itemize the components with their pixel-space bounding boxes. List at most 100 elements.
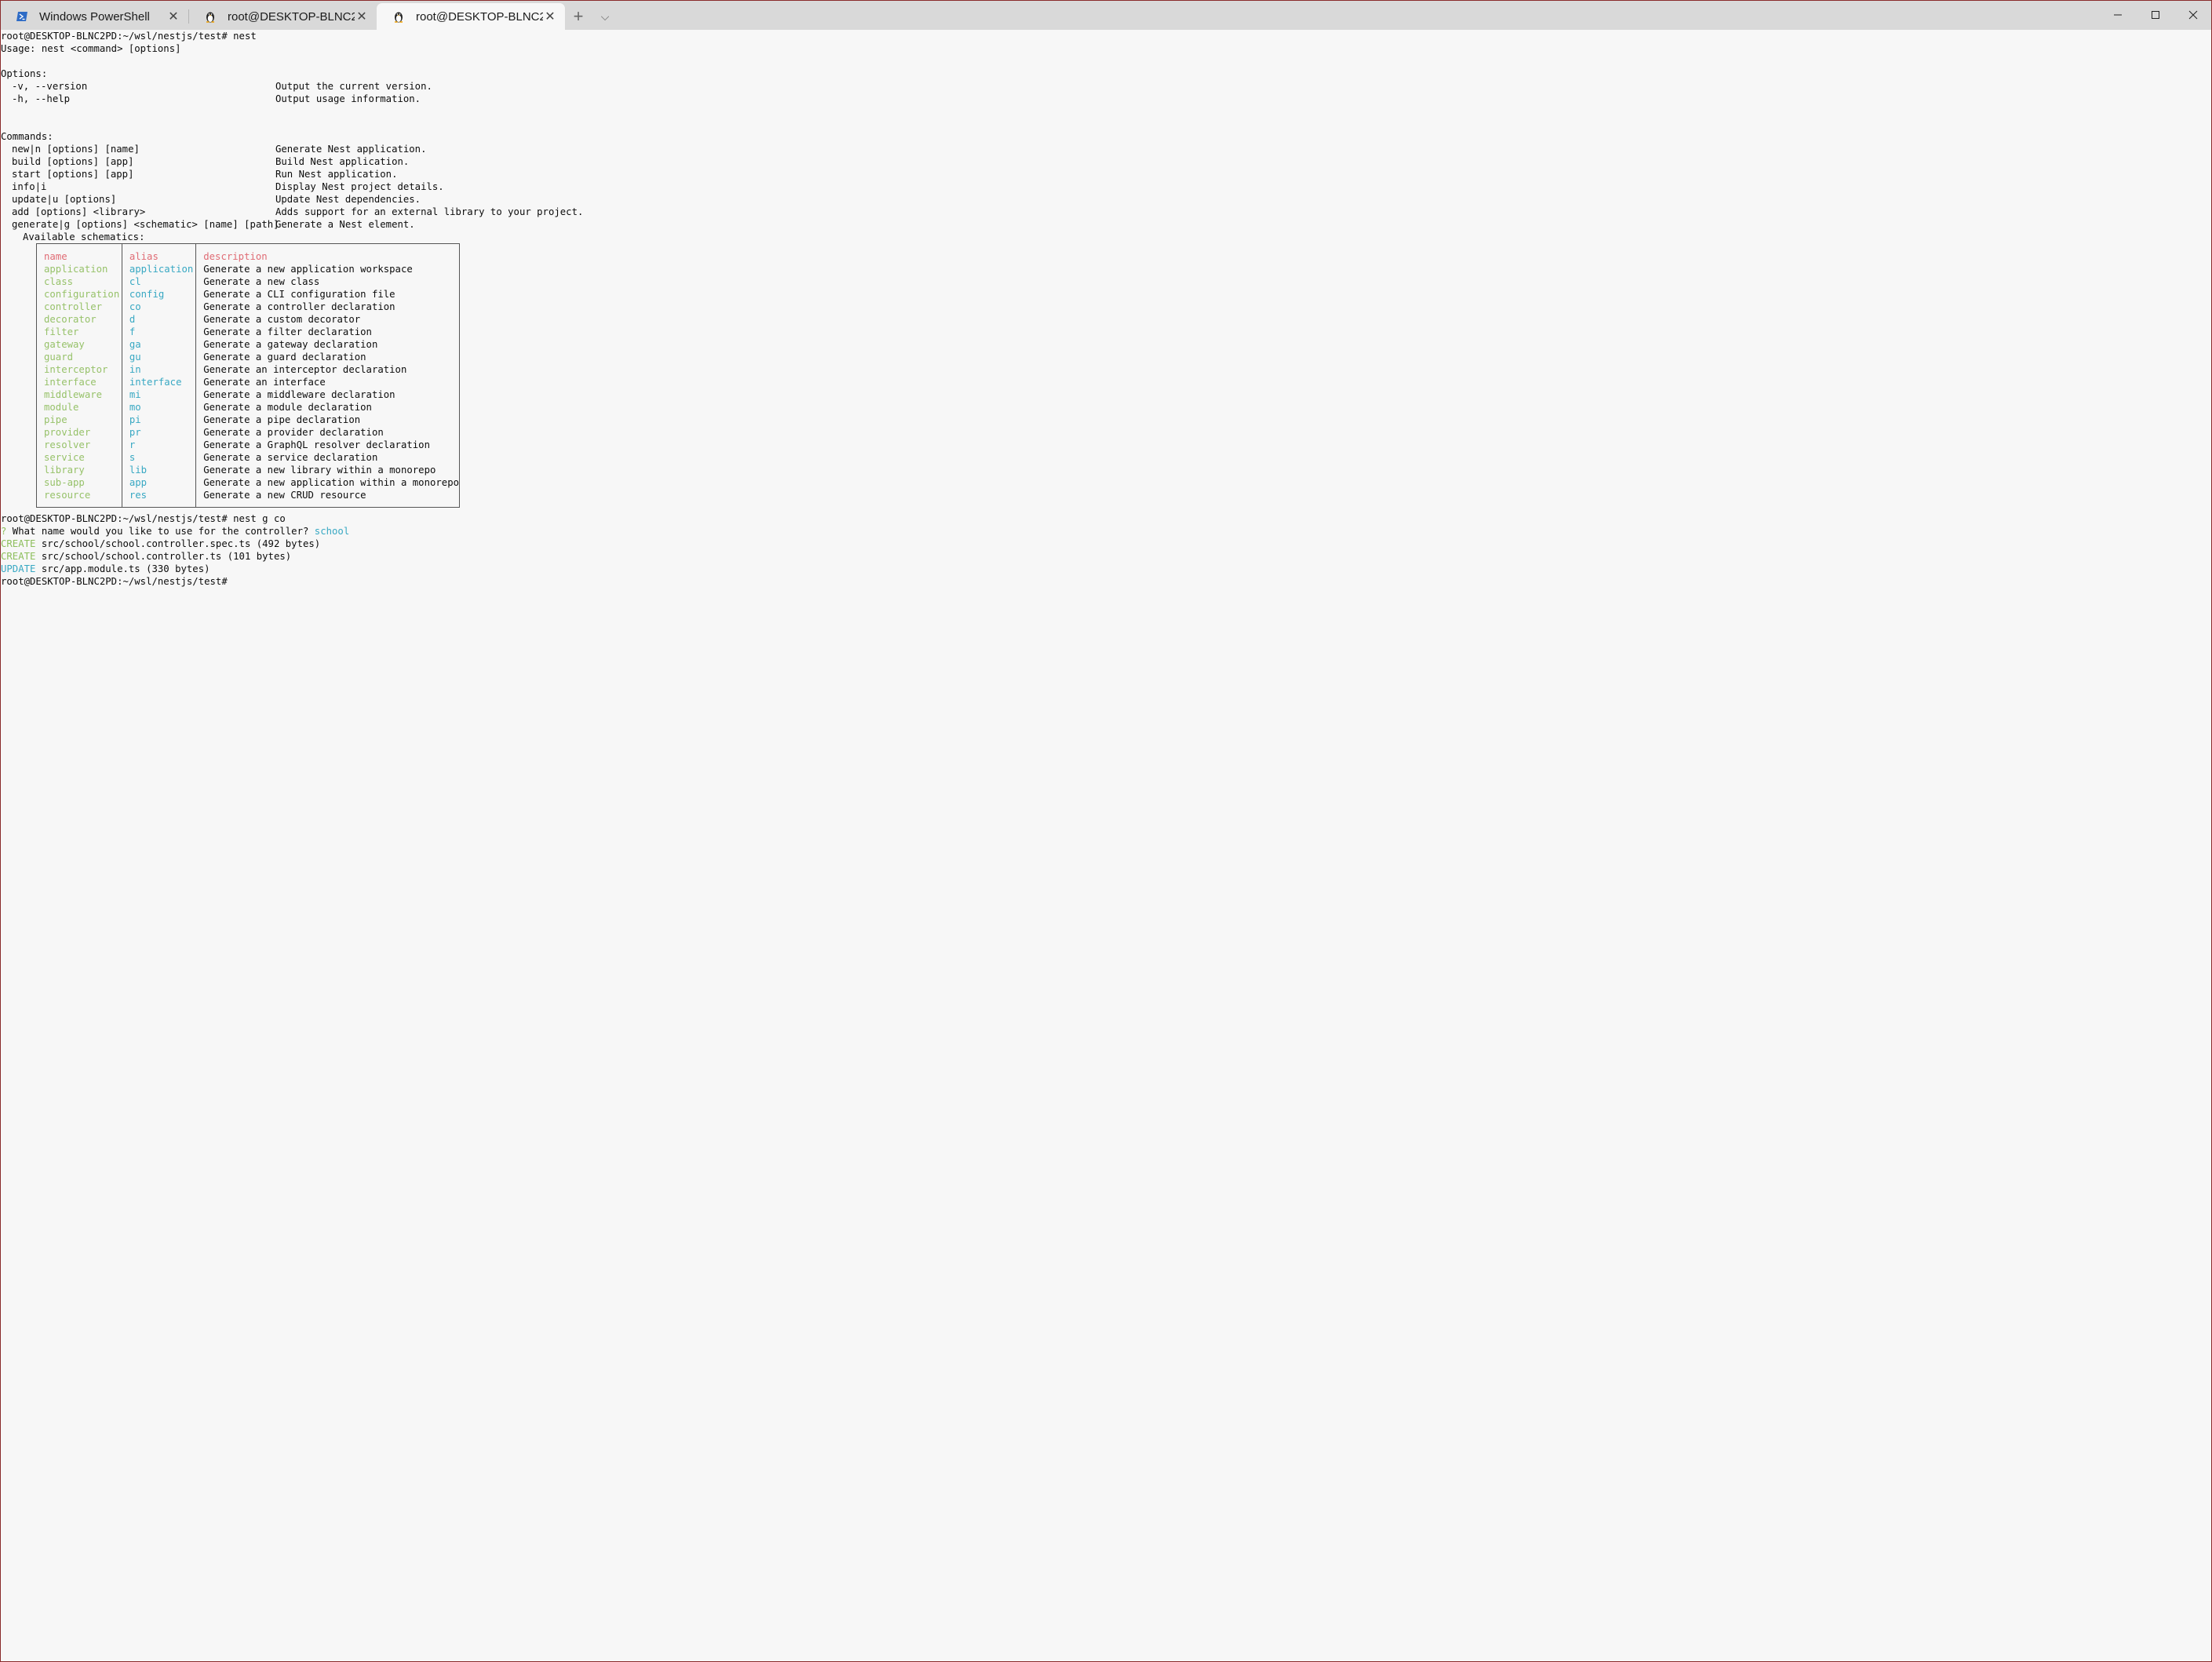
schematic-name: pipe <box>36 413 122 426</box>
question-line: ? What name would you like to use for th… <box>1 525 2210 538</box>
close-icon[interactable]: ✕ <box>355 9 369 24</box>
schematic-name: resolver <box>36 438 122 451</box>
table-row: interface interface Generate an interface <box>36 375 460 388</box>
new-tab-button[interactable]: + <box>565 3 592 30</box>
tab-wsl-1[interactable]: root@DESKTOP-BLNC2PD: ~/v ✕ <box>188 3 377 30</box>
option-flag: -v, --version <box>12 81 88 92</box>
close-icon <box>2188 10 2198 20</box>
table-row: filter f Generate a filter declaration <box>36 325 460 338</box>
chevron-down-icon[interactable]: ⌵ <box>592 3 618 30</box>
command-name: add [options] <library> <box>12 206 146 217</box>
table-row: module mo Generate a module declaration <box>36 400 460 414</box>
maximize-icon <box>2152 11 2159 19</box>
schematic-description: Generate a gateway declaration <box>203 338 378 350</box>
file-op-path: src/school/school.controller.ts (101 byt… <box>35 551 292 562</box>
header-alias: alias <box>122 250 197 263</box>
schematic-alias: pi <box>122 413 197 426</box>
table-row: interceptor in Generate an interceptor dec… <box>36 363 460 376</box>
schematic-name: class <box>36 275 122 288</box>
tab-title: root@DESKTOP-BLNC2PD: ~/v <box>416 9 543 24</box>
schematic-alias: application <box>122 262 197 275</box>
schematic-description: Generate a guard declaration <box>203 351 366 363</box>
command-row: build [options] [app] Build Nest applica… <box>1 155 2210 168</box>
command-name: generate|g [options] <schematic> [name] … <box>12 219 279 230</box>
schematic-name: library <box>36 463 122 476</box>
schematics-label: Available schematics: <box>23 231 145 242</box>
schematic-name: application <box>36 262 122 275</box>
schematic-name: guard <box>36 350 122 363</box>
prompt-line: root@DESKTOP-BLNC2PD:~/wsl/nestjs/test# <box>1 575 2210 588</box>
close-icon[interactable]: ✕ <box>166 9 180 24</box>
maximize-button[interactable] <box>2137 0 2174 30</box>
schematic-name: provider <box>36 425 122 439</box>
table-row: guard gu Generate a guard declaration <box>36 350 460 363</box>
table-row: configuration config Generate a CLI config… <box>36 287 460 301</box>
schematic-alias: ga <box>122 337 197 351</box>
schematic-description: Generate a provider declaration <box>203 426 384 438</box>
schematic-description: Generate a pipe declaration <box>203 414 361 425</box>
answer-text: school <box>314 526 350 537</box>
tab-wsl-2[interactable]: root@DESKTOP-BLNC2PD: ~/v ✕ <box>377 3 565 30</box>
close-window-button[interactable] <box>2174 0 2212 30</box>
schematic-alias: co <box>122 300 197 313</box>
table-row: gateway ga Generate a gateway declaration <box>36 337 460 351</box>
minimize-icon <box>2114 14 2122 16</box>
table-row: service s Generate a service declaration <box>36 450 460 464</box>
schematic-alias: interface <box>122 375 197 388</box>
file-op-type: UPDATE <box>1 563 36 574</box>
command-row: start [options] [app] Run Nest applicati… <box>1 168 2210 180</box>
prompt-line: root@DESKTOP-BLNC2PD:~/wsl/nestjs/test# … <box>1 31 257 42</box>
command-name: build [options] [app] <box>12 156 134 167</box>
schematic-alias: lib <box>122 463 197 476</box>
schematic-alias: s <box>122 450 197 464</box>
schematic-name: middleware <box>36 388 122 401</box>
schematic-alias: mo <box>122 400 197 414</box>
commands-header: Commands: <box>1 131 53 142</box>
table-row: sub-app app Generate a new application wit… <box>36 476 460 489</box>
command-name: start [options] [app] <box>12 169 134 180</box>
schematic-description: Generate a custom decorator <box>203 313 361 325</box>
command-desc: Build Nest application. <box>275 156 410 167</box>
usage-line: Usage: nest <command> [options] <box>1 43 181 54</box>
tab-powershell[interactable]: Windows PowerShell ✕ <box>0 3 188 30</box>
schematic-description: Generate a new CRUD resource <box>203 489 366 501</box>
schematic-name: interceptor <box>36 363 122 376</box>
option-desc: Output the current version. <box>275 81 432 92</box>
question-text: What name would you like to use for the … <box>6 526 315 537</box>
schematic-name: service <box>36 450 122 464</box>
schematic-name: controller <box>36 300 122 313</box>
table-row: application application Generate a new app… <box>36 262 460 275</box>
option-row: -h, --help Output usage information. <box>1 93 2210 105</box>
schematic-alias: f <box>122 325 197 338</box>
file-op-line: CREATE src/school/school.controller.spec… <box>1 538 2210 550</box>
command-desc: Generate Nest application. <box>275 144 427 155</box>
table-row: controller co Generate a controller declar… <box>36 300 460 313</box>
file-op-line: CREATE src/school/school.controller.ts (… <box>1 550 2210 563</box>
command-name: new|n [options] [name] <box>12 144 140 155</box>
close-icon[interactable]: ✕ <box>543 9 557 24</box>
schematic-alias: gu <box>122 350 197 363</box>
file-op-path: src/app.module.ts (330 bytes) <box>35 563 210 574</box>
schematic-alias: cl <box>122 275 197 288</box>
table-row: class cl Generate a new class <box>36 275 460 288</box>
header-description: description <box>203 250 268 262</box>
terminal-output[interactable]: root@DESKTOP-BLNC2PD:~/wsl/nestjs/test# … <box>1 30 2210 1660</box>
schematic-alias: pr <box>122 425 197 439</box>
schematic-name: configuration <box>36 287 122 301</box>
schematic-name: filter <box>36 325 122 338</box>
schematic-description: Generate a new application workspace <box>203 263 413 275</box>
option-flag: -h, --help <box>12 93 71 104</box>
schematic-name: decorator <box>36 312 122 326</box>
schematic-description: Generate a new library within a monorepo <box>203 464 436 476</box>
tab-title: root@DESKTOP-BLNC2PD: ~/v <box>228 9 355 24</box>
schematic-alias: in <box>122 363 197 376</box>
schematic-alias: res <box>122 488 197 501</box>
option-row: -v, --version Output the current version… <box>1 80 2210 93</box>
schematic-description: Generate a new application within a mono… <box>203 476 459 488</box>
command-row: add [options] <library> Adds support for… <box>1 206 2210 218</box>
minimize-button[interactable] <box>2099 0 2137 30</box>
schematic-description: Generate a module declaration <box>203 401 372 413</box>
command-desc: Generate a Nest element. <box>275 219 415 230</box>
schematic-alias: config <box>122 287 197 301</box>
table-row: library lib Generate a new library within … <box>36 463 460 476</box>
